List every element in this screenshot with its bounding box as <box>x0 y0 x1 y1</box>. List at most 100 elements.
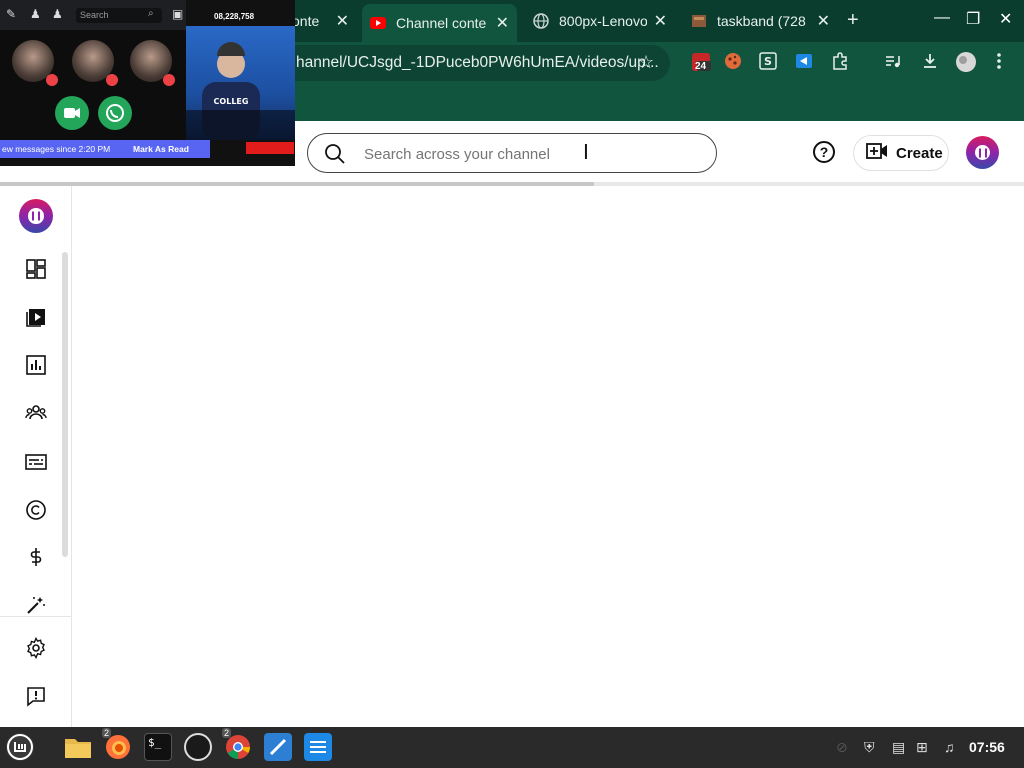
network-icon[interactable]: ⊞ <box>916 739 928 756</box>
sidebar-scrollbar[interactable] <box>62 252 68 557</box>
document-icon[interactable] <box>304 733 332 761</box>
youtube-icon <box>370 15 386 31</box>
unread-banner: ew messages since 2:20 PM Mark As Read <box>0 140 210 158</box>
muted-icon <box>46 74 58 86</box>
extension-calendar-icon[interactable]: 24 <box>691 52 711 72</box>
tab-channel-content-1[interactable]: conte ✕ <box>285 6 357 36</box>
url-text: hannel/UCJsgd_-1DPuceb0PW6hUmEA/videos/u… <box>296 54 659 71</box>
download-icon[interactable] <box>921 52 939 70</box>
network-disabled-icon[interactable]: ⊘ <box>836 739 848 756</box>
svg-text:S: S <box>764 55 772 68</box>
muted-icon <box>163 74 175 86</box>
sidebar-item-earn[interactable] <box>24 545 48 569</box>
tab-taskband[interactable]: taskband (728 ✕ <box>683 6 838 36</box>
file-manager-icon[interactable] <box>64 733 92 761</box>
taskbar-clock[interactable]: 07:56 <box>969 739 1005 755</box>
members-icon[interactable]: ♟ <box>30 7 41 21</box>
close-icon[interactable]: ✕ <box>336 11 349 31</box>
sidebar-item-community[interactable] <box>24 401 48 425</box>
restore-icon[interactable]: ❐ <box>966 9 980 29</box>
browser-menu-icon[interactable] <box>996 52 1014 70</box>
tab-title: 800px-Lenovo <box>559 13 647 29</box>
svg-text:COLLEG: COLLEG <box>214 97 249 106</box>
voice-call-button[interactable] <box>98 96 132 130</box>
video-call-button[interactable] <box>55 96 89 130</box>
text-editor-icon[interactable] <box>264 733 292 761</box>
firefox-window-count: 2 <box>102 728 112 738</box>
viewer-counter: 08,228,758 <box>214 12 255 21</box>
feedback-icon <box>27 687 45 707</box>
minimize-icon[interactable]: — <box>934 9 950 27</box>
sidebar-item-copyright[interactable] <box>24 498 48 522</box>
pin-icon[interactable]: ✎ <box>6 7 16 21</box>
tab-lenovo-image[interactable]: 800px-Lenovo ✕ <box>525 6 675 36</box>
extensions-puzzle-icon[interactable] <box>831 52 849 70</box>
new-tab-button[interactable]: + <box>847 10 859 30</box>
sidebar-item-settings[interactable] <box>24 636 48 660</box>
channel-avatar[interactable] <box>19 199 53 233</box>
chrome-window-count: 2 <box>222 728 232 738</box>
stream-chat <box>186 110 295 140</box>
search-input[interactable] <box>364 143 684 165</box>
picture-in-picture-overlay[interactable]: ✎ ♟ ♟ Search ⌕ ▣ COLLEG 08,228,758 ew me… <box>0 0 295 166</box>
tab-title: taskband (728 <box>717 13 806 29</box>
sidebar-item-content[interactable] <box>24 305 48 329</box>
terminal-icon[interactable]: $_ <box>144 733 172 761</box>
globe-icon <box>533 13 549 29</box>
content-icon <box>26 309 45 327</box>
create-label: Create <box>896 144 943 162</box>
mark-as-read-button[interactable]: Mark As Read <box>133 140 189 158</box>
s-extension-icon[interactable]: S <box>759 52 777 70</box>
earn-icon <box>30 548 42 566</box>
muted-icon <box>106 74 118 86</box>
sidebar-divider <box>0 616 71 617</box>
analytics-icon <box>26 355 46 375</box>
text-cursor-icon: I <box>583 140 589 164</box>
dashboard-icon <box>26 259 46 279</box>
overlay-toolbar: ✎ ♟ ♟ Search ⌕ ▣ <box>0 0 186 30</box>
settings-icon <box>27 637 45 659</box>
extension-badge: 24 <box>695 61 707 72</box>
tab-title: Channel conte <box>396 15 487 31</box>
community-icon <box>25 405 47 420</box>
tab-channel-content-2[interactable]: Channel conte ✕ <box>362 4 517 42</box>
inbox-icon[interactable]: ▣ <box>172 7 183 21</box>
close-icon[interactable]: ✕ <box>817 11 830 31</box>
clipboard-icon[interactable]: ▤ <box>892 739 905 756</box>
create-button[interactable]: Create <box>853 135 949 171</box>
media-extension-icon[interactable] <box>795 52 813 70</box>
channel-search[interactable] <box>307 133 717 173</box>
create-video-icon <box>866 142 888 164</box>
studio-sidebar <box>0 186 72 727</box>
media-control-icon[interactable] <box>884 52 902 70</box>
overlay-search-icon: ⌕ <box>148 8 154 19</box>
copyright-icon <box>26 500 46 520</box>
close-icon[interactable]: ✕ <box>496 13 509 33</box>
close-window-icon[interactable]: ✕ <box>999 9 1012 29</box>
people-icon[interactable]: ♟ <box>52 7 63 21</box>
bookmark-star-icon[interactable]: ☆ <box>638 52 654 73</box>
customization-icon <box>27 597 45 614</box>
unread-text: ew messages since 2:20 PM <box>2 144 111 154</box>
subtitles-icon <box>25 454 47 470</box>
os-taskbar: 2 $_ 2 ⊘ ⛨ ▤ ⊞ ♫ 07:56 <box>0 727 1024 768</box>
sidebar-item-customization[interactable] <box>24 593 48 617</box>
obs-icon[interactable] <box>184 733 212 761</box>
search-icon <box>324 143 346 170</box>
loading-progress <box>0 182 1024 186</box>
sidebar-item-analytics[interactable] <box>24 353 48 377</box>
music-note-icon[interactable]: ♫ <box>944 739 955 755</box>
sidebar-item-feedback[interactable] <box>24 684 48 708</box>
sidebar-item-subtitles[interactable] <box>24 450 48 474</box>
close-icon[interactable]: ✕ <box>654 11 667 31</box>
image-icon <box>691 13 707 29</box>
shield-icon[interactable]: ⛨ <box>864 739 875 756</box>
cookie-extension-icon[interactable] <box>724 52 742 70</box>
help-button[interactable]: ? <box>813 141 835 163</box>
profile-avatar-icon[interactable] <box>955 51 977 73</box>
stream-ticker <box>246 142 294 154</box>
account-avatar[interactable] <box>966 136 999 169</box>
address-bar[interactable]: hannel/UCJsgd_-1DPuceb0PW6hUmEA/videos/u… <box>270 45 670 81</box>
start-menu-icon[interactable] <box>6 733 34 761</box>
sidebar-item-dashboard[interactable] <box>24 257 48 281</box>
